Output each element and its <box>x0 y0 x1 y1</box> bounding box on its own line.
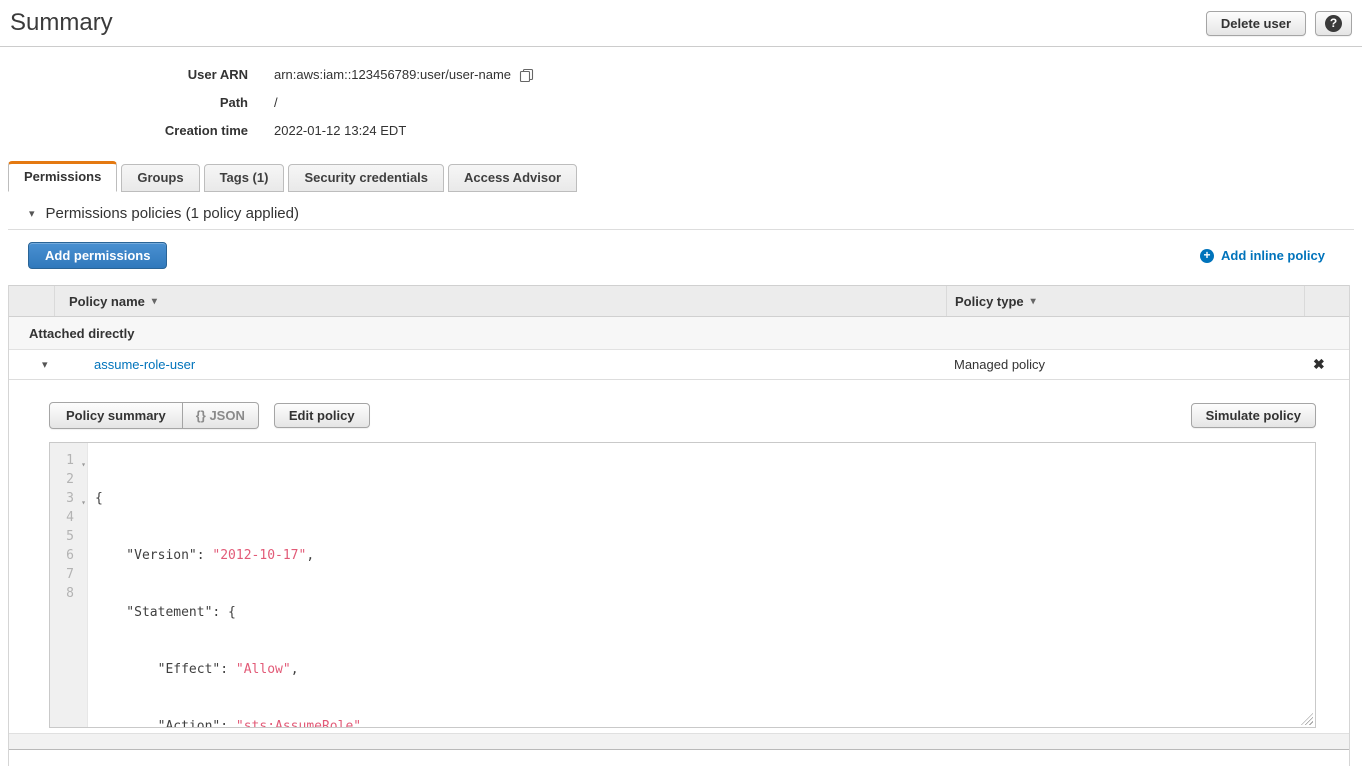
actions-column-header <box>1304 286 1349 316</box>
policy-table-row: ▾ assume-role-user Managed policy ✖ <box>9 350 1349 380</box>
tab-groups[interactable]: Groups <box>121 164 199 192</box>
add-inline-policy-label: Add inline policy <box>1221 248 1325 263</box>
json-toggle-button[interactable]: {} JSON <box>183 402 259 429</box>
policy-detail-panel: Policy summary {} JSON Edit policy Simul… <box>9 380 1349 728</box>
edit-policy-button[interactable]: Edit policy <box>274 403 370 428</box>
user-arn-label: User ARN <box>0 61 248 89</box>
policy-type-header-label: Policy type <box>955 294 1024 309</box>
line-number: 8 <box>50 584 87 603</box>
line-number: 1▾ <box>50 451 87 470</box>
line-number: 5 <box>50 527 87 546</box>
row-expand-arrow-icon[interactable]: ▾ <box>9 358 55 371</box>
policy-table: Policy name ▾ Policy type ▾ Attached dir… <box>8 285 1350 766</box>
group-row-attached-directly: Attached directly <box>9 317 1349 350</box>
sort-arrow-icon: ▾ <box>1031 296 1036 307</box>
policy-name-column-header[interactable]: Policy name ▾ <box>55 286 946 316</box>
iam-user-summary-page: Summary Delete user ? User ARN arn:aws:i… <box>0 0 1362 766</box>
header-actions: Delete user ? <box>1206 11 1352 36</box>
line-number: 7 <box>50 565 87 584</box>
code-line: "Version": "2012-10-17", <box>95 546 1315 565</box>
simulate-policy-button[interactable]: Simulate policy <box>1191 403 1316 428</box>
line-number: 3▾ <box>50 489 87 508</box>
user-arn-value: arn:aws:iam::123456789:user/user-name <box>274 61 511 89</box>
remove-policy-x-icon[interactable]: ✖ <box>1304 356 1349 373</box>
code-line: { <box>95 489 1315 508</box>
collapse-arrow-icon: ▾ <box>29 207 35 220</box>
tab-tags[interactable]: Tags (1) <box>204 164 285 192</box>
user-arn-value-wrap: arn:aws:iam::123456789:user/user-name <box>274 61 534 89</box>
code-line: "Effect": "Allow", <box>95 660 1315 679</box>
policy-name-link[interactable]: assume-role-user <box>94 357 195 372</box>
page-title: Summary <box>10 9 113 37</box>
expand-column-header <box>9 286 55 316</box>
policy-detail-toolbar: Policy summary {} JSON Edit policy Simul… <box>49 402 1316 429</box>
expanded-row-footer <box>9 733 1349 750</box>
code-line: "Statement": { <box>95 603 1315 622</box>
policy-view-controls: Policy summary {} JSON Edit policy <box>49 402 370 429</box>
creation-time-value: 2022-01-12 13:24 EDT <box>274 117 406 145</box>
creation-time-label: Creation time <box>0 117 248 145</box>
tab-bar: Permissions Groups Tags (1) Security cre… <box>8 161 1362 192</box>
policy-json-editor: 1▾ 2 3▾ 4 5 6 7 8 { "Version": "2012-10-… <box>49 442 1316 728</box>
permissions-policies-heading[interactable]: ▾ Permissions policies (1 policy applied… <box>29 205 1354 222</box>
heading-divider <box>8 229 1354 230</box>
policy-summary-toggle-button[interactable]: Policy summary <box>49 402 183 429</box>
policy-type-cell: Managed policy <box>946 357 1304 372</box>
line-number: 2 <box>50 470 87 489</box>
tab-permissions[interactable]: Permissions <box>8 161 117 192</box>
policy-name-header-label: Policy name <box>69 294 145 309</box>
page-header: Summary Delete user ? <box>0 0 1362 47</box>
sort-arrow-icon: ▾ <box>152 296 157 307</box>
detail-row-user-arn: User ARN arn:aws:iam::123456789:user/use… <box>0 61 1362 89</box>
path-label: Path <box>0 89 248 117</box>
line-number: 4 <box>50 508 87 527</box>
policy-name-cell: assume-role-user <box>55 357 946 372</box>
path-value: / <box>274 89 278 117</box>
line-number: 6 <box>50 546 87 565</box>
policy-table-header: Policy name ▾ Policy type ▾ <box>9 285 1349 317</box>
policy-actions-row: Add permissions + Add inline policy <box>28 242 1325 269</box>
detail-row-creation-time: Creation time 2022-01-12 13:24 EDT <box>0 117 1362 145</box>
policy-type-column-header[interactable]: Policy type ▾ <box>946 286 1304 316</box>
tab-security-credentials[interactable]: Security credentials <box>288 164 444 192</box>
add-permissions-button[interactable]: Add permissions <box>28 242 167 269</box>
detail-row-path: Path / <box>0 89 1362 117</box>
add-inline-policy-link[interactable]: + Add inline policy <box>1200 248 1325 263</box>
question-mark-icon: ? <box>1325 15 1342 32</box>
plus-icon: + <box>1200 249 1214 263</box>
tab-access-advisor[interactable]: Access Advisor <box>448 164 577 192</box>
code-line: "Action": "sts:AssumeRole", <box>95 717 1315 727</box>
copy-icon[interactable] <box>519 68 534 83</box>
help-button[interactable]: ? <box>1315 11 1352 36</box>
json-code-area[interactable]: { "Version": "2012-10-17", "Statement": … <box>88 443 1315 727</box>
editor-line-number-gutter: 1▾ 2 3▾ 4 5 6 7 8 <box>50 443 88 727</box>
delete-user-button[interactable]: Delete user <box>1206 11 1306 36</box>
permissions-policies-heading-label: Permissions policies (1 policy applied) <box>46 205 299 222</box>
user-details: User ARN arn:aws:iam::123456789:user/use… <box>0 61 1362 145</box>
